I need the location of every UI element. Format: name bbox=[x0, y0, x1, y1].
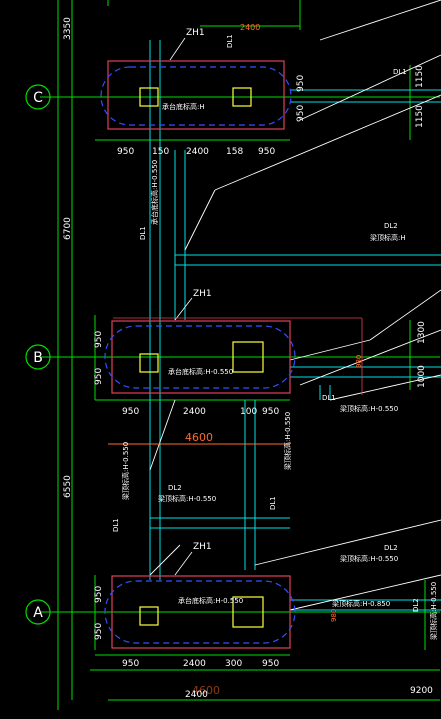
axis-b-label: B bbox=[33, 350, 43, 366]
elev-far: 梁顶标高:H-0.550 bbox=[429, 582, 438, 640]
right-1300: 1300 bbox=[417, 321, 427, 344]
dl1-vert2: DL1 bbox=[269, 496, 277, 510]
footing-c-dim-2: 150 bbox=[152, 147, 169, 157]
footing-b-elev: 承台底标高:H-0.550 bbox=[168, 367, 233, 376]
elev-0850: 梁顶标高:H-0.850 bbox=[332, 599, 390, 608]
dim-left-c-b: 6700 bbox=[63, 217, 73, 240]
footing-c-side-bottom: 950 bbox=[296, 105, 306, 122]
footing-c-side-top: 950 bbox=[296, 75, 306, 92]
footing-a-dim-4: 950 bbox=[262, 659, 279, 669]
footing-c-dim-5: 950 bbox=[258, 147, 275, 157]
dim-980-b: 980 bbox=[355, 355, 363, 368]
drawing-background bbox=[0, 0, 441, 719]
dl2-far: DL2 bbox=[412, 598, 420, 612]
vert-elev2: 梁顶标高:H-0.550 bbox=[283, 412, 292, 470]
dl1-mid-elev: 梁顶标高:H-0.550 bbox=[340, 404, 398, 413]
dl2-mid: DL2 bbox=[168, 484, 182, 492]
footing-c-vert-label: 承台底标高:H-0.550 bbox=[150, 160, 159, 225]
dim-980-a: 980 bbox=[330, 609, 338, 622]
footing-a-elev: 承台底标高:H-0.550 bbox=[178, 596, 243, 605]
dim-left-top: 3350 bbox=[63, 17, 73, 40]
axis-a-label: A bbox=[33, 605, 43, 621]
footing-b-side-top: 950 bbox=[94, 331, 104, 348]
bottom-right-dim: 9200 bbox=[410, 686, 433, 696]
footing-a-tag: ZH1 bbox=[193, 542, 212, 552]
footing-a-dim-2: 2400 bbox=[183, 659, 206, 669]
footing-c-dim-4: 158 bbox=[226, 147, 243, 157]
dl1-left: DL1 bbox=[112, 518, 120, 532]
footing-b-tag: ZH1 bbox=[193, 289, 212, 299]
footing-a-dim-3: 300 bbox=[225, 659, 242, 669]
footing-a-total: 2400 bbox=[185, 690, 208, 700]
right-1150: 1150 bbox=[415, 65, 425, 88]
footing-b-dim-3: 100 bbox=[240, 407, 257, 417]
footing-a-side-bottom: 950 bbox=[94, 623, 104, 640]
footing-b-side-bottom: 950 bbox=[94, 368, 104, 385]
cad-drawing-canvas[interactable]: C B A 3350 6700 6550 承台底标高:H ZH1 950 950… bbox=[0, 0, 441, 719]
footing-c-tag: ZH1 bbox=[186, 28, 205, 38]
left-vert-elev: 梁顶标高:H-0.550 bbox=[121, 442, 130, 500]
dl2-right: DL2 bbox=[384, 222, 398, 230]
dl1-mid: DL1 bbox=[322, 394, 336, 402]
dl2-right-elev: 梁顶标高:H bbox=[370, 233, 406, 242]
footing-a-side-top: 950 bbox=[94, 586, 104, 603]
footing-b-dim-1: 950 bbox=[122, 407, 139, 417]
axis-c-label: C bbox=[33, 90, 43, 106]
footing-b-total: 4600 bbox=[185, 431, 213, 444]
footing-c-dl: DL1 bbox=[139, 226, 147, 240]
footing-c-dim-3: 2400 bbox=[186, 147, 209, 157]
dl1-top: DL1 bbox=[226, 34, 234, 48]
footing-b-dim-4: 950 bbox=[262, 407, 279, 417]
dim-left-b-a: 6550 bbox=[63, 475, 73, 498]
dl1-right-top: DL1 bbox=[393, 68, 407, 76]
footing-a-dim-1: 950 bbox=[122, 659, 139, 669]
right-1000: 1000 bbox=[417, 365, 427, 388]
dl2-lower: DL2 bbox=[384, 544, 398, 552]
right-1150b: 1150 bbox=[415, 105, 425, 128]
dl2-lower-elev: 梁顶标高:H-0.550 bbox=[340, 554, 398, 563]
footing-c-dim-1: 950 bbox=[117, 147, 134, 157]
footing-b-dim-2: 2400 bbox=[183, 407, 206, 417]
dl2-mid-elev: 梁顶标高:H-0.550 bbox=[158, 494, 216, 503]
footing-c-elev: 承台底标高:H bbox=[162, 102, 205, 111]
top-red-dim: 2400 bbox=[240, 23, 260, 32]
